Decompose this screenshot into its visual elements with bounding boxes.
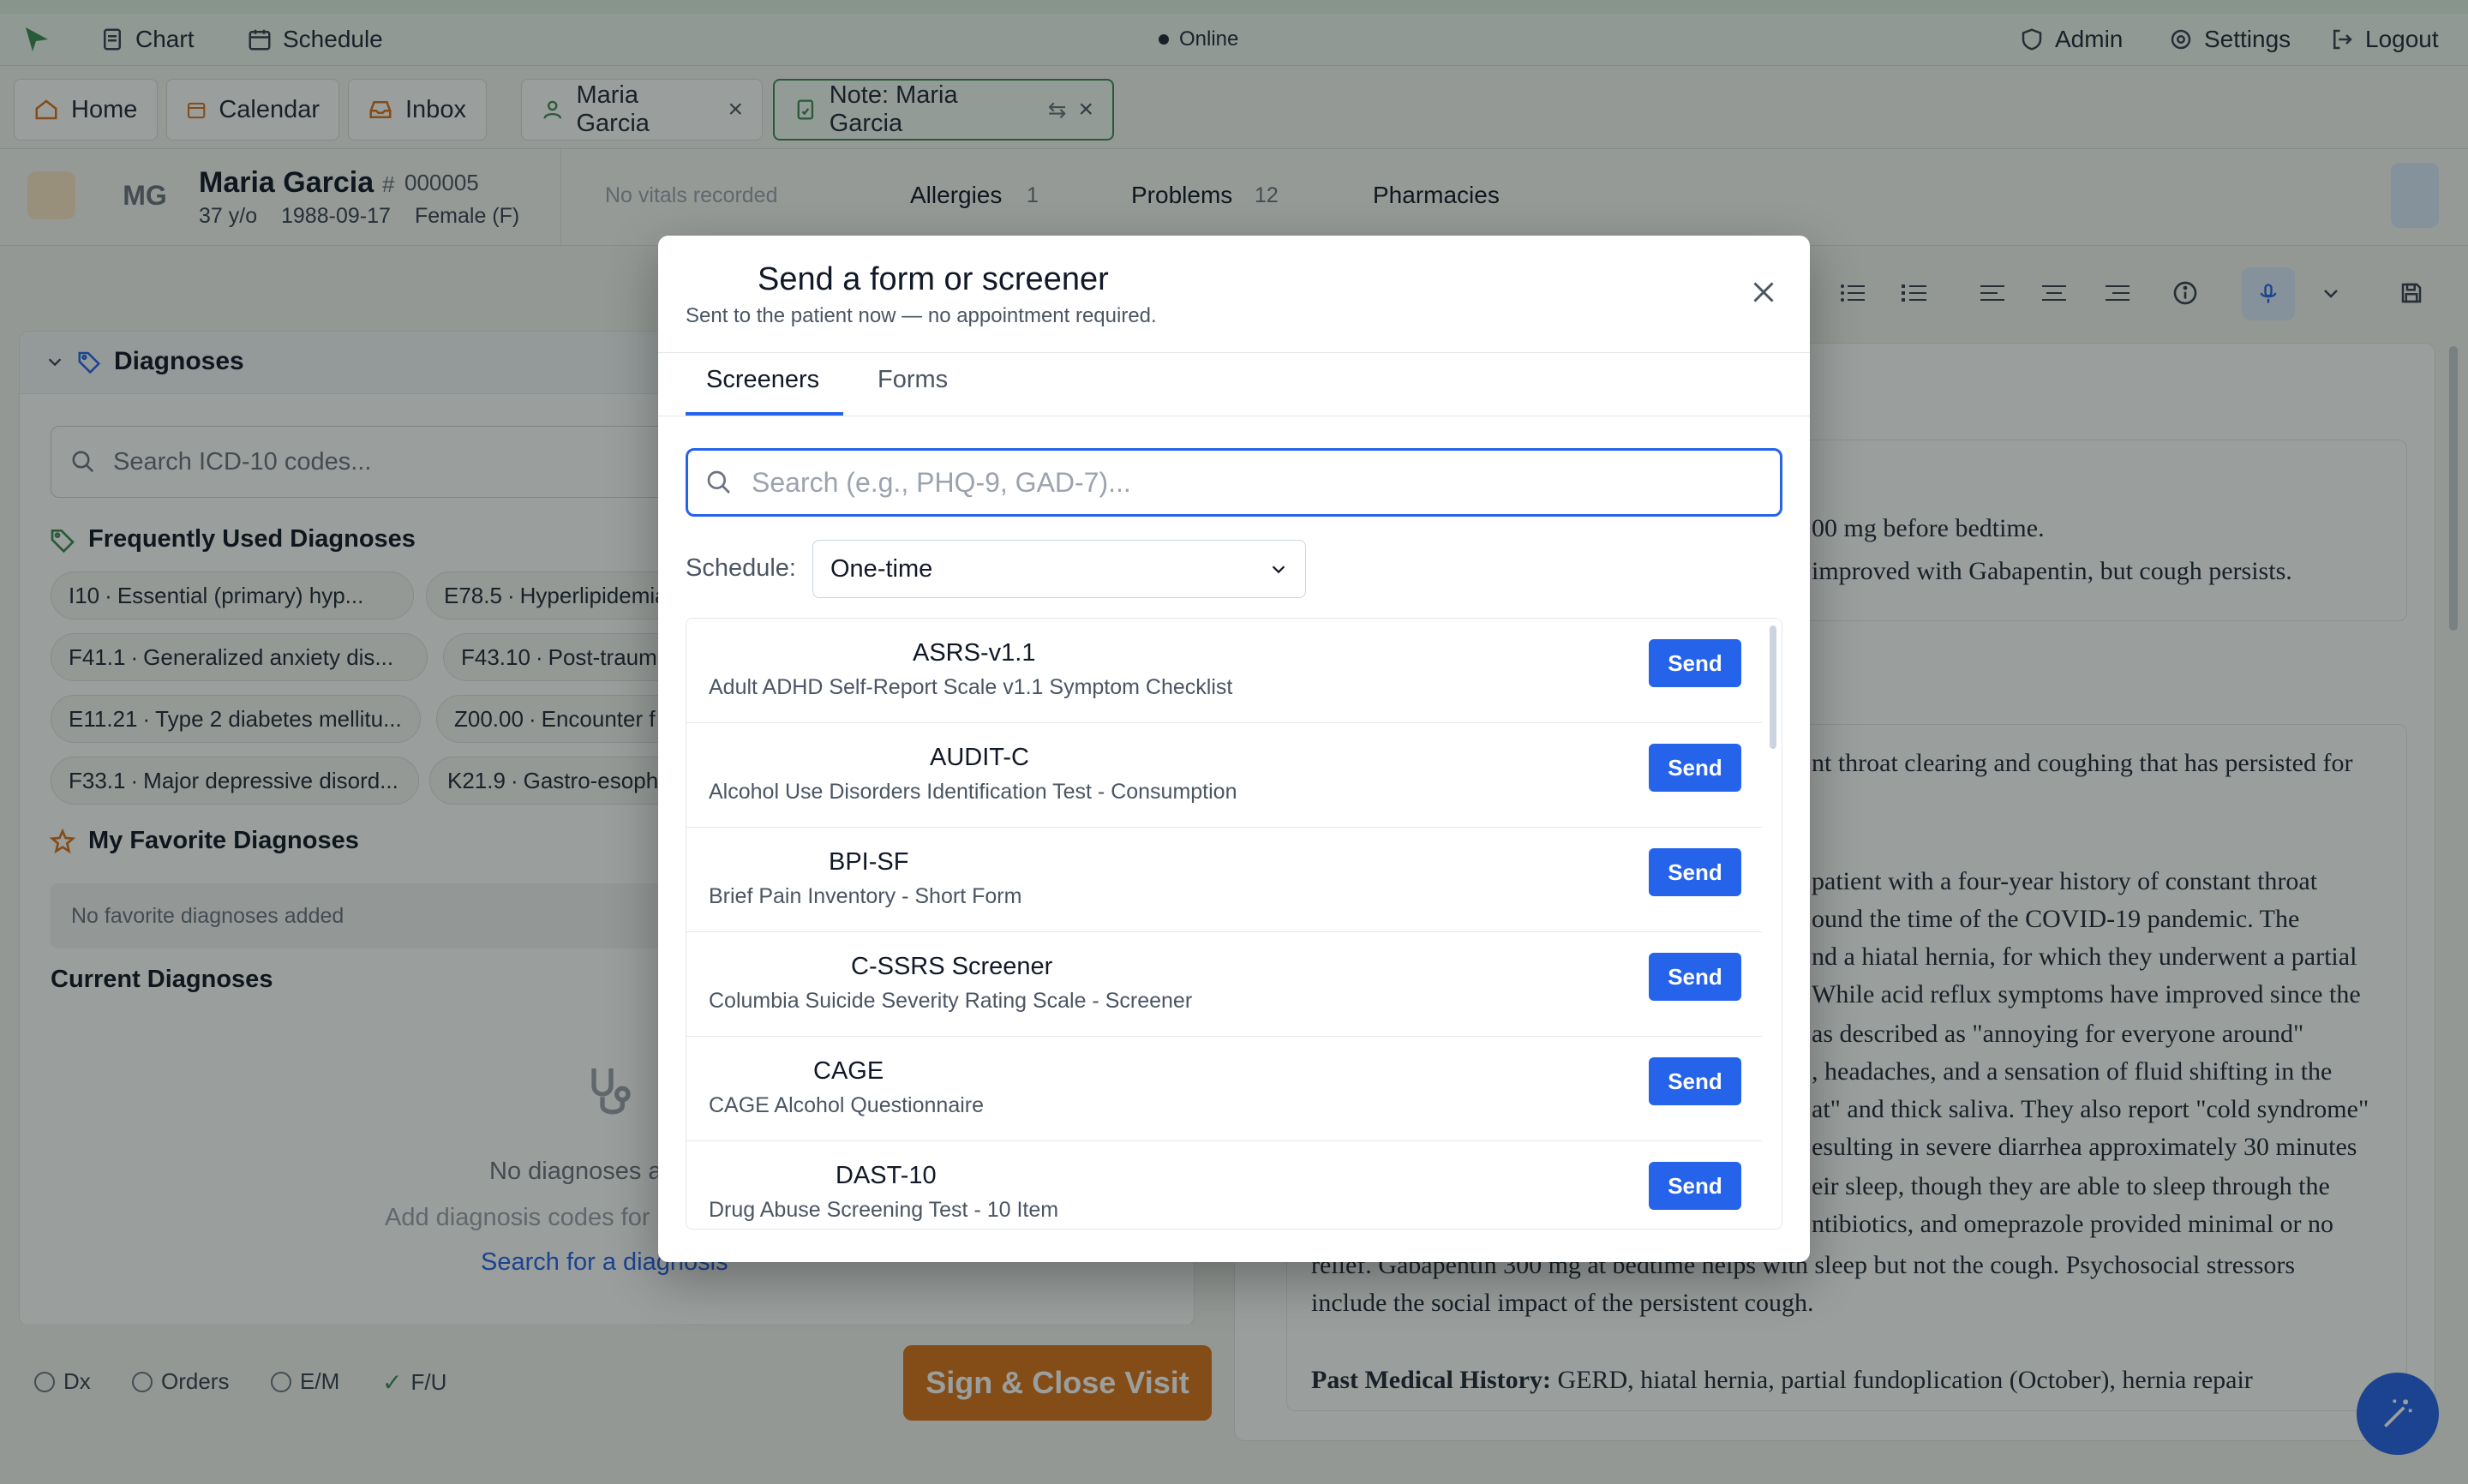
- schedule-selected-value: One-time: [830, 554, 933, 583]
- screener-description: Brief Pain Inventory - Short Form: [709, 884, 1022, 908]
- send-button[interactable]: Send: [1649, 953, 1741, 1001]
- send-form-modal: Send a form or screener Sent to the pati…: [658, 236, 1810, 1262]
- close-icon[interactable]: [1748, 277, 1779, 308]
- list-item: AUDIT-C Alcohol Use Disorders Identifica…: [686, 723, 1762, 828]
- send-button[interactable]: Send: [1649, 639, 1741, 687]
- screener-name: AUDIT-C: [930, 744, 1029, 771]
- screener-search-field[interactable]: [750, 465, 1696, 500]
- tab-forms[interactable]: Forms: [878, 366, 948, 394]
- send-button[interactable]: Send: [1649, 744, 1741, 792]
- modal-divider: [658, 352, 1810, 353]
- screener-description: Adult ADHD Self-Report Scale v1.1 Sympto…: [709, 675, 1233, 699]
- schedule-label: Schedule:: [686, 554, 796, 582]
- screener-description: Alcohol Use Disorders Identification Tes…: [709, 780, 1237, 804]
- screener-description: Drug Abuse Screening Test - 10 Item: [709, 1198, 1059, 1222]
- screener-list[interactable]: ASRS-v1.1 Adult ADHD Self-Report Scale v…: [686, 618, 1782, 1230]
- modal-subtitle: Sent to the patient now — no appointment…: [686, 304, 1157, 327]
- screener-description: Columbia Suicide Severity Rating Scale -…: [709, 989, 1193, 1013]
- list-item: ASRS-v1.1 Adult ADHD Self-Report Scale v…: [686, 619, 1762, 723]
- screener-name: C-SSRS Screener: [851, 953, 1053, 980]
- list-item: BPI-SF Brief Pain Inventory - Short Form…: [686, 828, 1762, 932]
- send-button[interactable]: Send: [1649, 848, 1741, 896]
- send-button[interactable]: Send: [1649, 1162, 1741, 1210]
- screener-name: ASRS-v1.1: [913, 639, 1036, 667]
- chevron-down-icon: [1272, 565, 1285, 574]
- send-button[interactable]: Send: [1649, 1057, 1741, 1105]
- screener-description: CAGE Alcohol Questionnaire: [709, 1093, 985, 1117]
- list-item: C-SSRS Screener Columbia Suicide Severit…: [686, 932, 1762, 1037]
- list-scrollbar[interactable]: [1770, 625, 1776, 749]
- schedule-select[interactable]: One-time: [812, 540, 1306, 598]
- tab-screeners[interactable]: Screeners: [706, 366, 819, 394]
- screener-name: BPI-SF: [829, 848, 909, 876]
- screener-name: DAST-10: [836, 1162, 937, 1189]
- list-item: DAST-10 Drug Abuse Screening Test - 10 I…: [686, 1141, 1762, 1229]
- list-item: CAGE CAGE Alcohol Questionnaire Send: [686, 1037, 1762, 1141]
- modal-title: Send a form or screener: [758, 261, 1109, 297]
- screener-name: CAGE: [813, 1057, 884, 1085]
- screener-search-input[interactable]: [686, 448, 1782, 517]
- search-icon: [707, 470, 730, 494]
